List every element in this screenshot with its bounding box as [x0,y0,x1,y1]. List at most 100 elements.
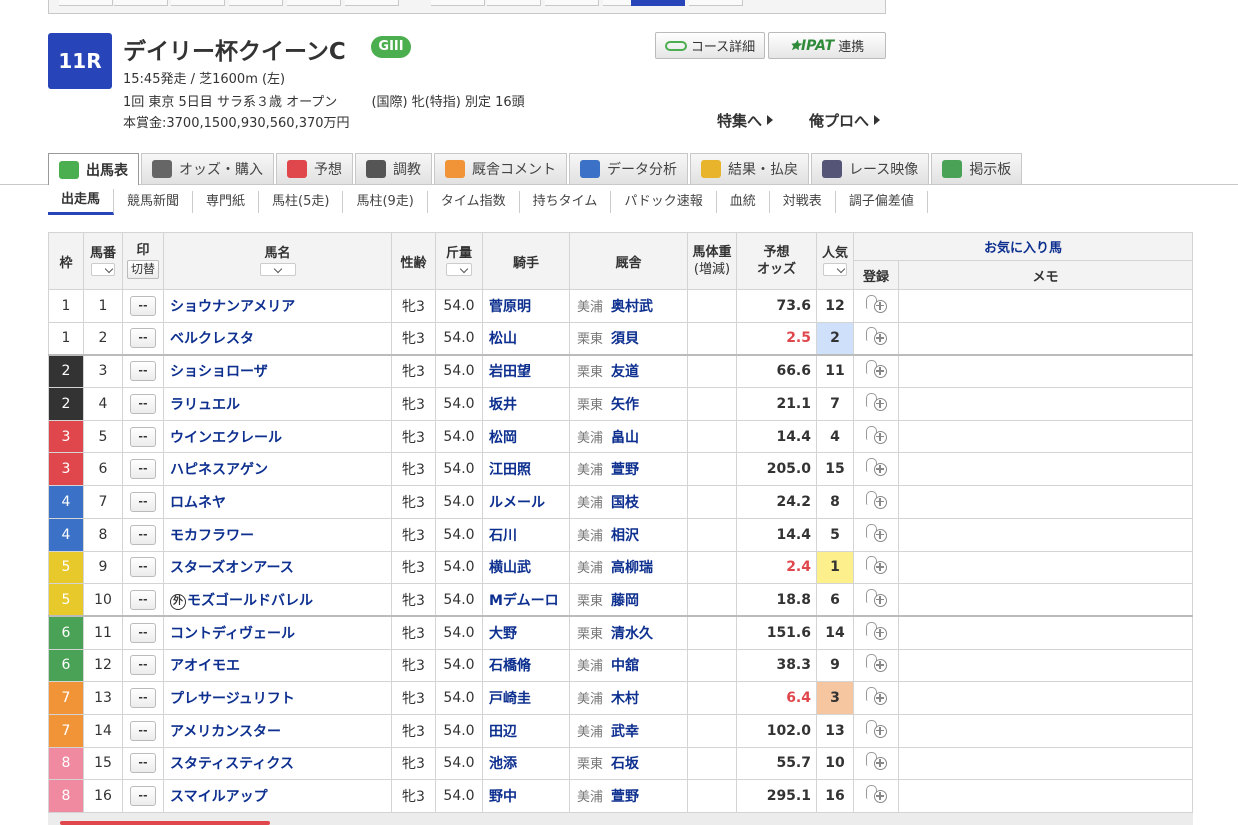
horse-name-link[interactable]: モズゴールドバレル [187,593,313,609]
tab-stopwatch[interactable]: 調教 [355,153,432,184]
race-tab-segment[interactable] [171,0,225,6]
mark-button[interactable]: -- [130,655,156,676]
mark-switch-button[interactable]: 切替 [126,260,159,279]
jockey-link[interactable]: 菅原明 [482,289,570,323]
jockey-link[interactable]: ルメール [482,485,570,519]
add-favorite-icon[interactable] [865,392,887,412]
memo-cell[interactable] [898,419,1193,454]
horse-name-link[interactable]: モカフラワー [170,528,254,544]
horse-name-cell[interactable]: ウインエクレール [163,419,392,454]
jockey-link[interactable]: 石川 [482,517,570,552]
horse-name-cell[interactable]: ショウナンアメリア [163,289,392,323]
memo-cell[interactable] [898,353,1193,389]
mark-button[interactable]: -- [130,557,156,578]
add-favorite-icon[interactable] [865,653,887,673]
subnav-item[interactable]: 馬柱(5走) [259,191,344,213]
add-favorite-icon[interactable] [865,359,887,379]
trainer-link[interactable]: 石坂 [611,756,639,772]
mark-button[interactable]: -- [130,589,156,610]
horse-name-link[interactable]: スターズオンアース [170,560,294,576]
race-tab-segment[interactable] [287,0,341,6]
race-tab-segment[interactable] [114,0,168,6]
add-favorite-icon[interactable] [865,719,887,739]
trainer-link[interactable]: 武幸 [611,724,639,740]
trainer-link[interactable]: 萱野 [611,462,639,478]
race-tab-segment[interactable] [59,0,113,6]
mark-button[interactable]: -- [130,786,156,807]
add-favorite-icon[interactable] [865,523,887,543]
mark-button[interactable]: -- [130,753,156,774]
tab-stable[interactable]: 厩舎コメント [434,153,567,184]
mark-button[interactable]: -- [130,328,156,349]
subnav-item[interactable]: 持ちタイム [520,191,612,213]
horse-name-link[interactable]: スタティスティクス [170,756,294,772]
memo-cell[interactable] [898,779,1193,813]
trainer-link[interactable]: 萱野 [611,789,639,805]
trainer-link[interactable]: 清水久 [611,626,653,642]
memo-cell[interactable] [898,615,1193,650]
add-favorite-icon[interactable] [865,425,887,445]
horse-name-link[interactable]: プレサージュリフト [170,691,295,707]
memo-cell[interactable] [898,485,1193,519]
tab-chat[interactable]: 掲示板 [931,153,1023,184]
horse-name-cell[interactable]: ベルクレスタ [163,321,392,356]
add-favorite-icon[interactable] [865,784,887,804]
tab-video[interactable]: レース映像 [811,153,930,184]
course-detail-button[interactable]: コース詳細 [655,32,765,59]
horse-name-cell[interactable]: スタティスティクス [163,746,392,781]
mark-button[interactable]: -- [130,524,156,545]
add-favorite-icon[interactable] [865,621,887,641]
subnav-item[interactable]: 競馬新聞 [114,191,194,213]
horse-name-cell[interactable]: ハピネスアゲン [163,452,392,487]
race-tab-segment[interactable] [345,0,399,6]
subnav-item[interactable]: 出走馬 [48,189,115,215]
mark-button[interactable]: -- [130,393,156,414]
add-favorite-icon[interactable] [865,588,887,608]
memo-cell[interactable] [898,321,1193,356]
add-favorite-icon[interactable] [865,686,887,706]
memo-cell[interactable] [898,648,1193,683]
memo-cell[interactable] [898,583,1193,617]
feature-link[interactable]: 特集へ [717,110,774,131]
jockey-link[interactable]: 池添 [482,746,570,781]
jockey-link[interactable]: 大野 [482,615,570,650]
jockey-link[interactable]: 横山武 [482,550,570,585]
subnav-item[interactable]: 馬柱(9走) [343,191,428,213]
add-favorite-icon[interactable] [865,490,887,510]
orepro-link[interactable]: 俺プロへ [809,110,881,131]
trainer-link[interactable]: 高柳瑞 [611,560,653,576]
race-tab-segment[interactable] [431,0,485,6]
horse-name-link[interactable]: ハピネスアゲン [170,462,268,478]
add-favorite-icon[interactable] [865,555,887,575]
mark-button[interactable]: -- [130,295,156,316]
horse-name-link[interactable]: アメリカンスター [170,724,281,740]
add-favorite-icon[interactable] [865,751,887,771]
tab-target[interactable]: 予想 [276,153,353,184]
jockey-link[interactable]: 松山 [482,321,570,356]
trainer-link[interactable]: 畠山 [611,430,639,446]
mark-button[interactable]: -- [130,361,156,382]
memo-cell[interactable] [898,517,1193,552]
horse-name-cell[interactable]: ラリュエル [163,387,392,421]
trainer-link[interactable]: 奥村武 [611,299,653,315]
memo-cell[interactable] [898,452,1193,487]
mark-button[interactable]: -- [130,459,156,480]
horse-name-cell[interactable]: モカフラワー [163,517,392,552]
add-favorite-icon[interactable] [865,326,887,346]
subnav-item[interactable]: 専門紙 [193,191,260,213]
horse-name-link[interactable]: ラリュエル [170,397,240,413]
subnav-item[interactable]: 調子偏差値 [836,191,928,213]
subnav-item[interactable]: 血統 [717,191,770,213]
trainer-link[interactable]: 友道 [611,364,639,380]
horse-name-cell[interactable]: スマイルアップ [163,779,392,813]
subnav-item[interactable]: 対戦表 [770,191,836,213]
horse-name-link[interactable]: ベルクレスタ [170,331,254,347]
race-tab-segment-active[interactable] [631,0,685,6]
subnav-item[interactable]: パドック速報 [611,191,717,213]
tab-coins[interactable]: 結果・払戻 [690,153,809,184]
jockey-link[interactable]: 岩田望 [482,353,570,389]
horse-name-cell[interactable]: アメリカンスター [163,713,392,748]
jockey-link[interactable]: 田辺 [482,713,570,748]
trainer-link[interactable]: 木村 [611,691,639,707]
memo-cell[interactable] [898,713,1193,748]
